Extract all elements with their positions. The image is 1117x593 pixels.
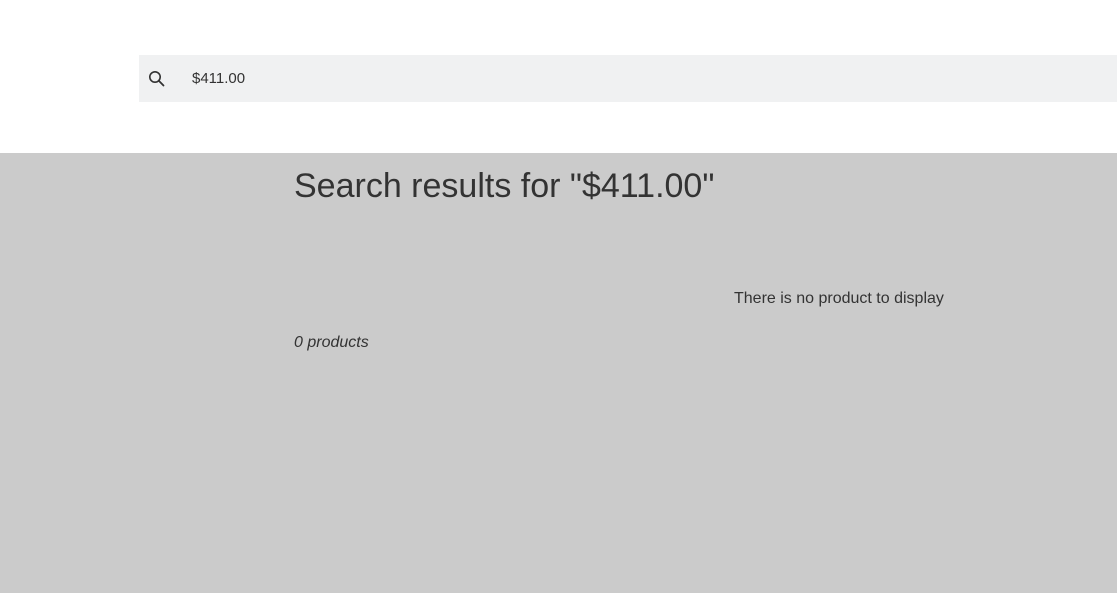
empty-results-message: There is no product to display: [734, 290, 944, 307]
search-results-section: Search results for "$411.00" There is no…: [0, 153, 1117, 593]
site-header: [0, 0, 1117, 153]
product-count: 0 products: [294, 334, 369, 351]
search-input[interactable]: [192, 55, 1092, 102]
page-title: Search results for "$411.00": [294, 167, 715, 205]
search-icon[interactable]: [148, 70, 166, 88]
search-bar[interactable]: [139, 55, 1117, 102]
